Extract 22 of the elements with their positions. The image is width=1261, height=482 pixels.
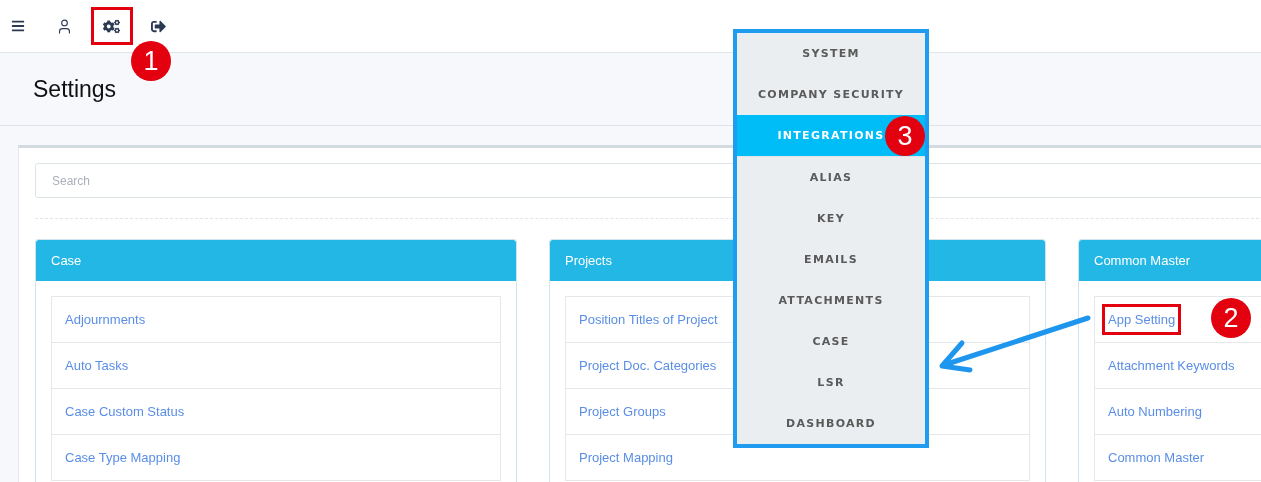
menu-icon xyxy=(10,19,25,33)
settings-link[interactable]: Attachment Keywords xyxy=(1102,350,1241,381)
settings-link[interactable]: Adjournments xyxy=(59,304,152,335)
settings-link[interactable]: Project Groups xyxy=(573,396,672,427)
settings-link[interactable]: Auto Tasks xyxy=(59,350,135,381)
callout-badge: 2 xyxy=(1211,298,1251,338)
settings-link[interactable]: App Setting xyxy=(1102,304,1182,335)
settings-icon xyxy=(103,17,120,35)
logout-icon xyxy=(151,18,166,34)
settings-link[interactable]: Project Doc. Categories xyxy=(573,350,723,381)
card-title: Case xyxy=(36,240,516,281)
settings-link[interactable]: Common Master xyxy=(1102,442,1211,473)
settings-link[interactable]: Case Type Mapping xyxy=(59,442,187,473)
settings-link[interactable]: Project Mapping xyxy=(573,442,679,473)
card-title: Common Master xyxy=(1079,240,1261,281)
settings-button[interactable] xyxy=(90,7,133,45)
callout-badge: 1 xyxy=(131,41,171,81)
page-title: Settings xyxy=(33,75,117,103)
settings-link[interactable]: Position Titles of Project xyxy=(573,304,724,335)
settings-link[interactable]: Case Custom Status xyxy=(59,396,191,427)
settings-link[interactable]: Auto Numbering xyxy=(1102,396,1208,427)
user-icon xyxy=(56,17,73,35)
